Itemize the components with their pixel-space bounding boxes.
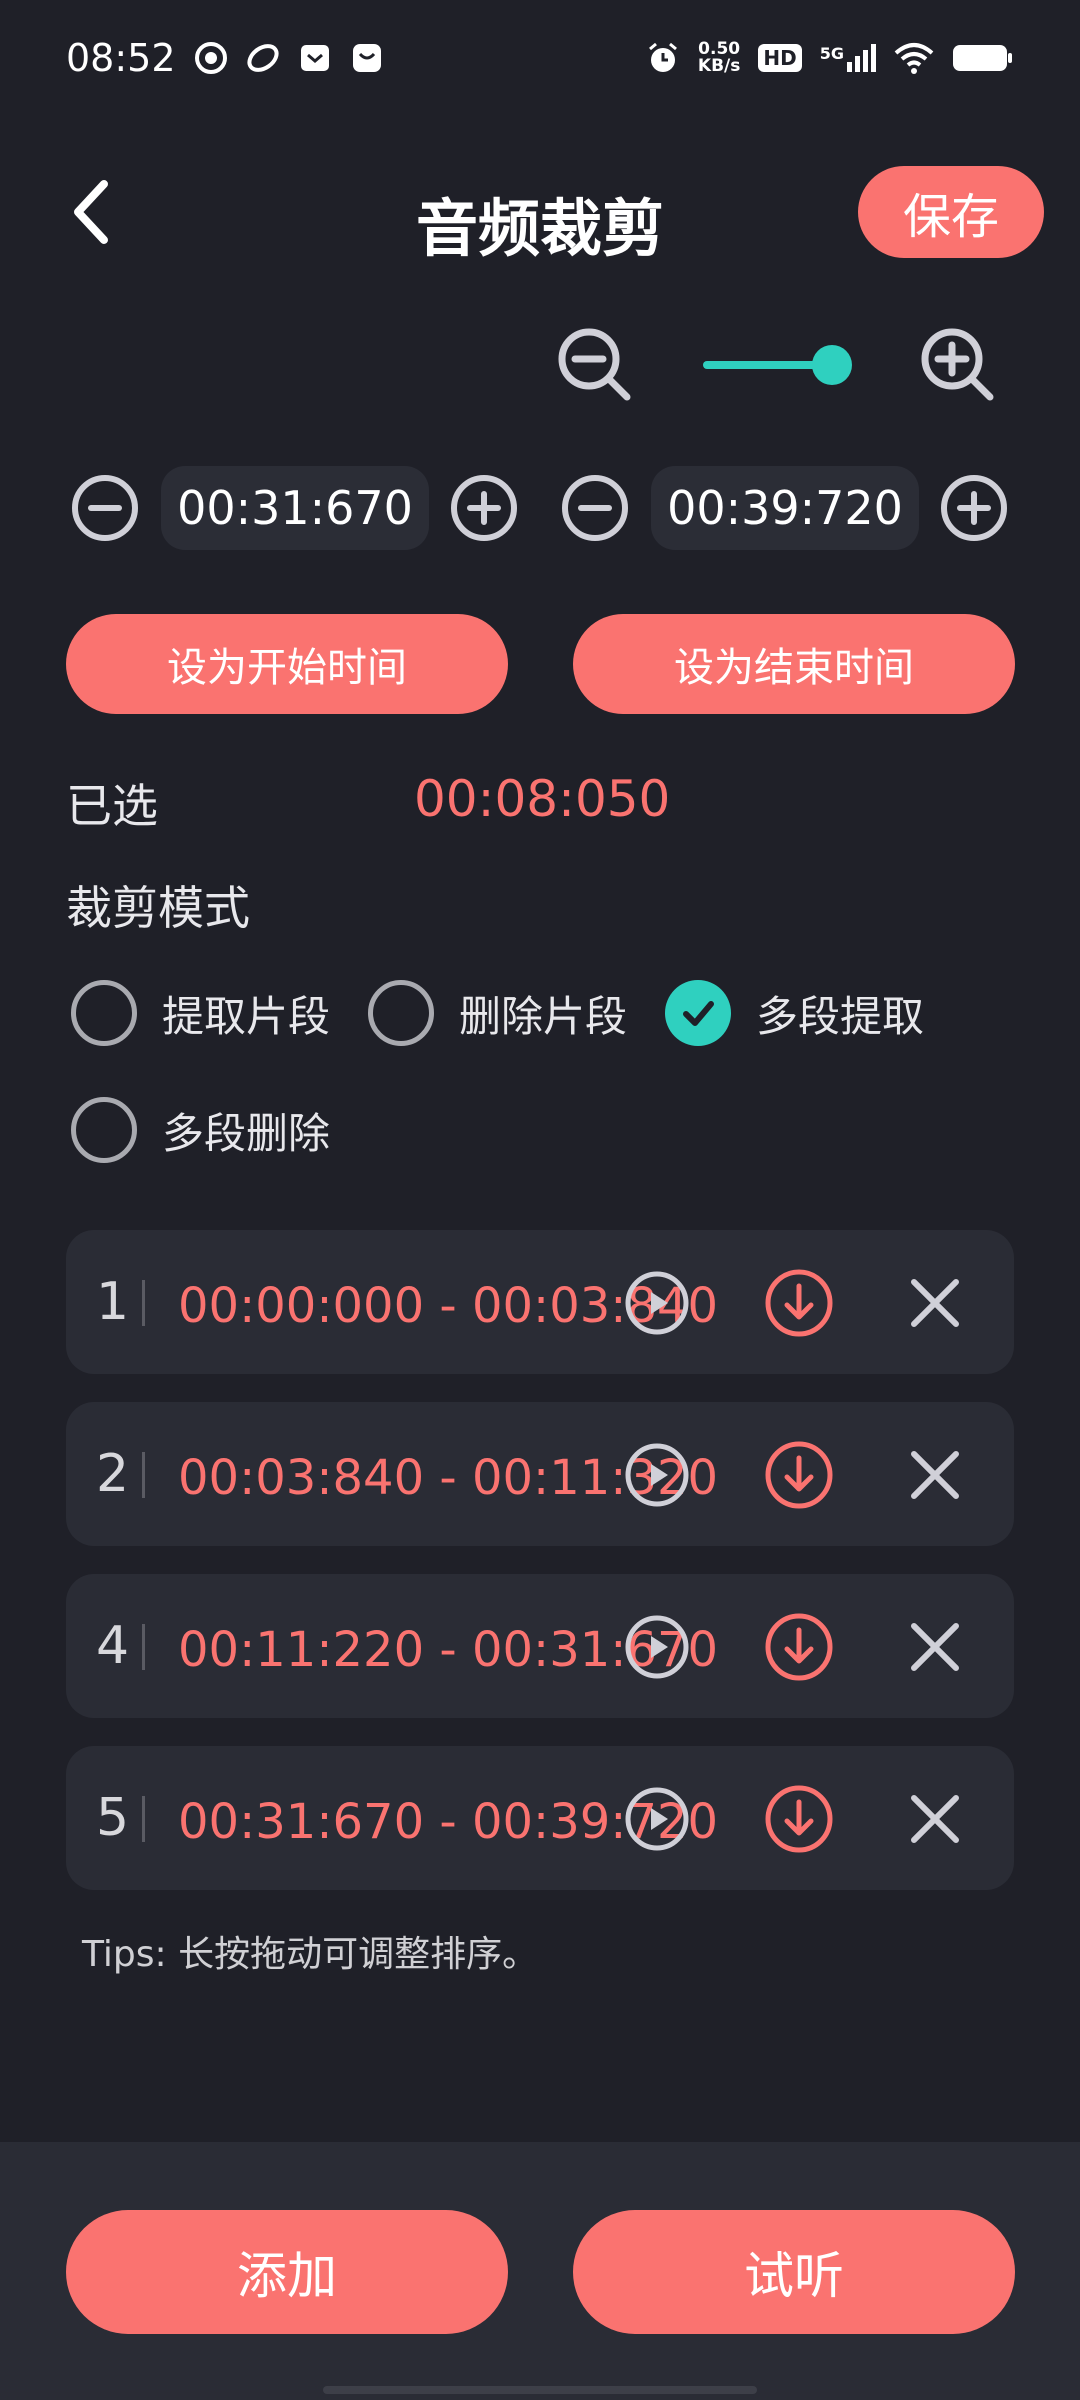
start-minus-icon[interactable] (71, 474, 139, 542)
net-speed-unit: KB/s (697, 55, 741, 76)
wifi-icon (894, 42, 934, 74)
selected-label: 已选 (66, 779, 158, 833)
alarm-icon (648, 42, 677, 72)
net-speed-value: 0.50 (698, 38, 741, 59)
close-icon[interactable] (906, 1446, 964, 1504)
battery-icon (953, 44, 1012, 71)
segment-card[interactable]: 5 00:31:670 - 00:39:720 (66, 1746, 1014, 1890)
store-icon (300, 44, 329, 71)
radio-delete-segment[interactable]: 删除片段 (368, 980, 627, 1046)
save-button[interactable]: 保存 (858, 166, 1044, 258)
play-icon[interactable] (624, 1270, 690, 1336)
bottom-bar: 添加 试听 (0, 2142, 1080, 2400)
start-time-field[interactable]: 00:31:670 (161, 466, 429, 550)
segment-divider (142, 1452, 145, 1498)
selected-value: 00:08:050 (414, 770, 671, 828)
set-end-button[interactable]: 设为结束时间 (573, 614, 1015, 714)
play-icon[interactable] (624, 1614, 690, 1680)
close-icon[interactable] (906, 1618, 964, 1676)
radio-multi-extract[interactable]: 多段提取 (665, 980, 924, 1046)
listen-button[interactable]: 试听 (573, 2210, 1015, 2334)
status-time: 08:52 (66, 35, 176, 80)
download-icon[interactable] (764, 1440, 834, 1510)
close-icon[interactable] (906, 1790, 964, 1848)
selected-duration: 已选 00:08:050 (66, 770, 966, 836)
segment-divider (142, 1280, 145, 1326)
radio-label: 删除片段 (459, 991, 628, 1041)
zoom-control (0, 320, 1080, 410)
segment-index: 2 (96, 1444, 130, 1504)
end-time-field[interactable]: 00:39:720 (651, 466, 919, 550)
segment-card[interactable]: 2 00:03:840 - 00:11:320 (66, 1402, 1014, 1546)
close-icon[interactable] (906, 1274, 964, 1332)
radio-unchecked-icon (368, 980, 434, 1046)
radio-unchecked-icon (71, 1097, 137, 1163)
segment-divider (142, 1624, 145, 1670)
checkmark-icon (683, 1001, 714, 1026)
app-icon (246, 43, 279, 72)
radio-unchecked-icon (71, 980, 137, 1046)
record-icon (194, 41, 227, 74)
segment-divider (142, 1796, 145, 1842)
status-bar: 08:52 0.50 KB/s HD 5G (0, 0, 1080, 115)
signal-label: 5G (819, 43, 844, 63)
segment-card[interactable]: 1 00:00:000 - 00:03:840 (66, 1230, 1014, 1374)
download-icon[interactable] (764, 1784, 834, 1854)
segment-index: 5 (96, 1788, 130, 1848)
home-indicator[interactable] (323, 2386, 757, 2394)
start-plus-icon[interactable] (450, 474, 518, 542)
segment-index: 1 (96, 1272, 130, 1332)
radio-multi-delete[interactable]: 多段删除 (71, 1097, 330, 1163)
download-icon[interactable] (764, 1268, 834, 1338)
time-adjust-row: 00:31:670 00:39:720 (0, 462, 1080, 552)
add-button[interactable]: 添加 (66, 2210, 508, 2334)
zoom-out-icon[interactable] (555, 325, 635, 405)
status-right: 0.50 KB/s HD 5G (646, 38, 1014, 76)
net-speed: 0.50 KB/s (697, 38, 741, 76)
end-plus-icon[interactable] (940, 474, 1008, 542)
play-icon[interactable] (624, 1786, 690, 1852)
radio-label: 提取片段 (162, 991, 331, 1041)
radio-checked-icon (665, 980, 731, 1046)
set-time-row: 设为开始时间 设为结束时间 (0, 614, 1080, 714)
mode-label: 裁剪模式 (66, 881, 250, 935)
radio-label: 多段提取 (756, 991, 925, 1041)
segment-card[interactable]: 4 00:11:220 - 00:31:670 (66, 1574, 1014, 1718)
radio-extract-segment[interactable]: 提取片段 (71, 980, 330, 1046)
status-left: 08:52 (66, 36, 384, 80)
radio-label: 多段删除 (162, 1108, 331, 1158)
header: 音频裁剪 保存 (0, 150, 1080, 280)
message-icon (352, 43, 381, 72)
set-start-button[interactable]: 设为开始时间 (66, 614, 508, 714)
download-icon[interactable] (764, 1612, 834, 1682)
hd-icon: HD (758, 43, 802, 72)
signal-5g-icon: 5G (819, 43, 876, 72)
zoom-in-icon[interactable] (918, 325, 998, 405)
play-icon[interactable] (624, 1442, 690, 1508)
end-minus-icon[interactable] (561, 474, 629, 542)
tips-text: Tips: 长按拖动可调整排序。 (82, 1934, 539, 1975)
segment-index: 4 (96, 1616, 130, 1676)
zoom-slider-thumb[interactable] (812, 345, 852, 385)
